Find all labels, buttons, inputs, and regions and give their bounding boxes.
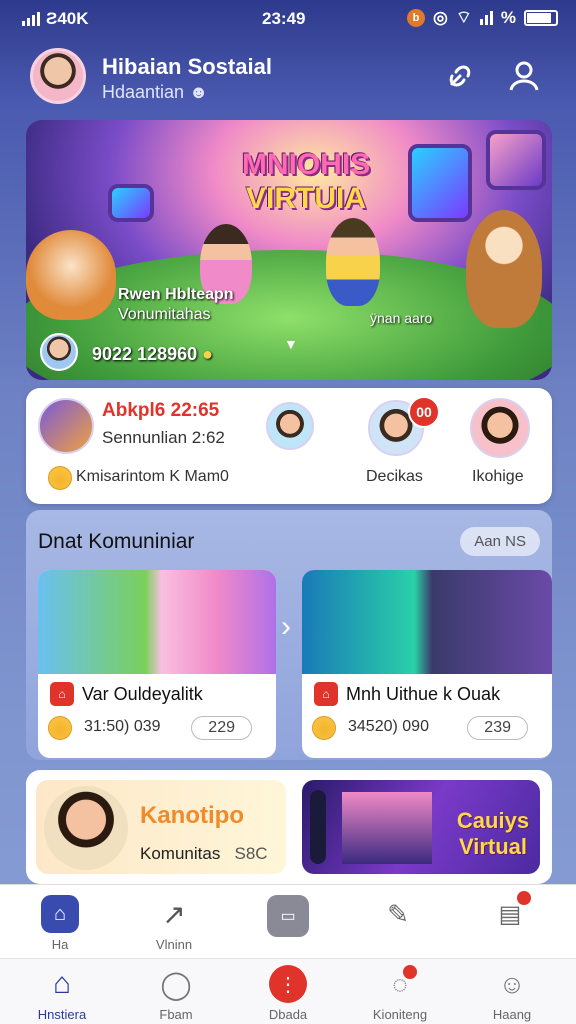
profile-name: Abkpl6 22:65 bbox=[102, 400, 220, 421]
user-avatar[interactable] bbox=[30, 48, 86, 104]
community-section: Dnat Komuniniar Aan NS ⌂ Var Ouldeyalitk… bbox=[26, 510, 552, 760]
friend-avatar[interactable] bbox=[266, 402, 314, 450]
card-title-1: Var Ouldeyalitk bbox=[82, 684, 203, 704]
chevron-right-icon[interactable]: › bbox=[281, 610, 291, 644]
community-icon: ⌂ bbox=[314, 682, 338, 706]
promo-avatar bbox=[44, 786, 128, 870]
tab-search[interactable]: ◯ Fbam bbox=[136, 965, 216, 1023]
promo-title-1: Kanotipo bbox=[140, 802, 244, 829]
promo-card-1[interactable]: Kanotipo Komunitas S8C bbox=[36, 780, 286, 874]
community-icon: ⌂ bbox=[50, 682, 74, 706]
tab-community-label: Kioniteng bbox=[372, 1007, 428, 1022]
card-title-2: Mnh Uithue k Ouak bbox=[346, 684, 501, 704]
tab-pin-top[interactable]: ✎ bbox=[358, 895, 438, 933]
notification-badge: 00 bbox=[408, 396, 440, 428]
promo-title-2: Cauiys Virtual bbox=[456, 808, 530, 859]
create-icon: ⋮ bbox=[269, 965, 307, 1003]
wifi-icon: ⌔ bbox=[455, 8, 472, 27]
tab-community[interactable]: ◌ Kioniteng bbox=[360, 965, 440, 1022]
card-image-1 bbox=[38, 570, 276, 674]
friend-label-1: Decikas bbox=[366, 468, 423, 485]
chat-icon: ▭ bbox=[267, 895, 309, 937]
smile-icon: ☻ bbox=[189, 82, 209, 102]
tab-chat-top[interactable]: ▭ bbox=[248, 895, 328, 937]
hero-banner[interactable]: MNIOHIS VIRTUIA Rwen Hblteapn Vonumitahas… bbox=[26, 120, 552, 380]
chevron-down-icon[interactable]: ▼ bbox=[284, 336, 298, 352]
boy-character bbox=[326, 218, 380, 306]
app-title: Hibaian Sostaial bbox=[102, 54, 272, 79]
cat-character bbox=[26, 230, 116, 320]
tab-calendar-top[interactable]: ▤ bbox=[470, 891, 550, 933]
chat-bubble-icon: ◌ bbox=[381, 965, 419, 1003]
tab-home[interactable]: ⌂ Hnstiera bbox=[22, 965, 102, 1022]
promo-subtitle-1: Komunitas S8C bbox=[140, 844, 268, 863]
card-pill-2[interactable]: 239 bbox=[467, 716, 528, 740]
carrier-text: Ƨ40K bbox=[46, 9, 89, 28]
signal-icon bbox=[22, 12, 40, 26]
app-header: Hibaian Sostaial Hdaantian ☻ bbox=[0, 40, 576, 120]
search-icon: ◯ bbox=[160, 968, 192, 1000]
see-all-button[interactable]: Aan NS bbox=[460, 527, 540, 556]
smile-emoji-icon bbox=[312, 716, 336, 740]
notification-icon: b bbox=[407, 8, 426, 27]
profile-subtitle: Sennunlian 2:62 bbox=[102, 428, 225, 447]
hero-screen bbox=[408, 144, 472, 222]
community-card-2[interactable]: ⌂ Mnh Uithue k Ouak 34520) 090 239 bbox=[302, 570, 552, 758]
action-bar: ⌂ Ha ↗ Vlninn ▭ ✎ ▤ bbox=[0, 884, 576, 960]
hero-avatar[interactable] bbox=[40, 333, 78, 371]
tab-create[interactable]: ⋮ Dbada bbox=[248, 965, 328, 1022]
profile-icon: ☺ bbox=[498, 968, 526, 999]
hero-caption-1: Rwen Hblteapn bbox=[118, 286, 234, 303]
clock: 23:49 bbox=[262, 9, 306, 28]
promo-card-2[interactable]: Cauiys Virtual bbox=[302, 780, 540, 874]
hero-caption-2: Vonumitahas bbox=[118, 306, 211, 323]
hero-tag: ÿnan aaro bbox=[370, 310, 433, 326]
tab-profile-label: Haang bbox=[492, 1007, 532, 1022]
friend-label-2: Ikohige bbox=[472, 468, 524, 485]
card-image-2 bbox=[302, 570, 552, 674]
friend-avatar-2[interactable] bbox=[470, 398, 530, 458]
promo-section: Kanotipo Komunitas S8C Cauiys Virtual bbox=[26, 770, 552, 884]
hero-count: 9022 128960 ● bbox=[92, 344, 213, 364]
tab-home-label: Hnstiera bbox=[37, 1007, 87, 1022]
phone-icon bbox=[310, 790, 326, 864]
app-subtitle: Hdaantian ☻ bbox=[102, 82, 209, 102]
share-icon: ↗ bbox=[162, 898, 186, 930]
home-icon: ⌂ bbox=[41, 895, 79, 933]
smile-emoji-icon bbox=[48, 466, 72, 490]
tab-home-top[interactable]: ⌂ Ha bbox=[20, 895, 100, 952]
card-pill-1[interactable]: 229 bbox=[191, 716, 252, 740]
hero-screen-right bbox=[486, 130, 546, 190]
battery-percent: % bbox=[500, 7, 516, 27]
bottom-navigation: ⌂ Hnstiera ◯ Fbam ⋮ Dbada ◌ Kioniteng ☺ … bbox=[0, 958, 576, 1024]
hero-title: MNIOHIS VIRTUIA bbox=[241, 148, 371, 215]
battery-icon bbox=[524, 9, 558, 26]
tab-share-top[interactable]: ↗ Vlninn bbox=[134, 895, 214, 953]
signal-bars-icon bbox=[479, 10, 493, 25]
tab-label: Ha bbox=[51, 937, 69, 952]
bear-character bbox=[466, 210, 542, 328]
tab-label: Vlninn bbox=[155, 937, 193, 952]
pin-icon: ✎ bbox=[387, 898, 409, 929]
profile-strip: Abkpl6 22:65 Sennunlian 2:62 Kmisarintom… bbox=[26, 388, 552, 504]
card-count-1: 31:50) 039 bbox=[84, 718, 161, 735]
profile-status: Kmisarintom K Mam0 bbox=[76, 468, 229, 485]
tab-search-label: Fbam bbox=[159, 1007, 193, 1022]
link-icon[interactable] bbox=[442, 58, 478, 94]
home-icon: ⌂ bbox=[52, 967, 72, 1000]
promo-image bbox=[342, 792, 432, 864]
community-title: Dnat Komuniniar bbox=[38, 530, 195, 553]
smile-emoji-icon bbox=[48, 716, 72, 740]
alarm-icon: ◎ bbox=[433, 7, 448, 27]
calendar-icon: ▤ bbox=[491, 891, 531, 933]
card-count-2: 34520) 090 bbox=[348, 718, 429, 735]
tab-create-label: Dbada bbox=[268, 1007, 308, 1022]
status-bar: Ƨ40K 23:49 b ◎ ⌔ % bbox=[0, 0, 576, 38]
hero-screen-left bbox=[108, 184, 154, 222]
tab-profile[interactable]: ☺ Haang bbox=[472, 965, 552, 1023]
profile-avatar[interactable] bbox=[38, 398, 94, 454]
community-card-1[interactable]: ⌂ Var Ouldeyalitk 31:50) 039 229 bbox=[38, 570, 276, 758]
profile-icon[interactable] bbox=[506, 58, 542, 94]
